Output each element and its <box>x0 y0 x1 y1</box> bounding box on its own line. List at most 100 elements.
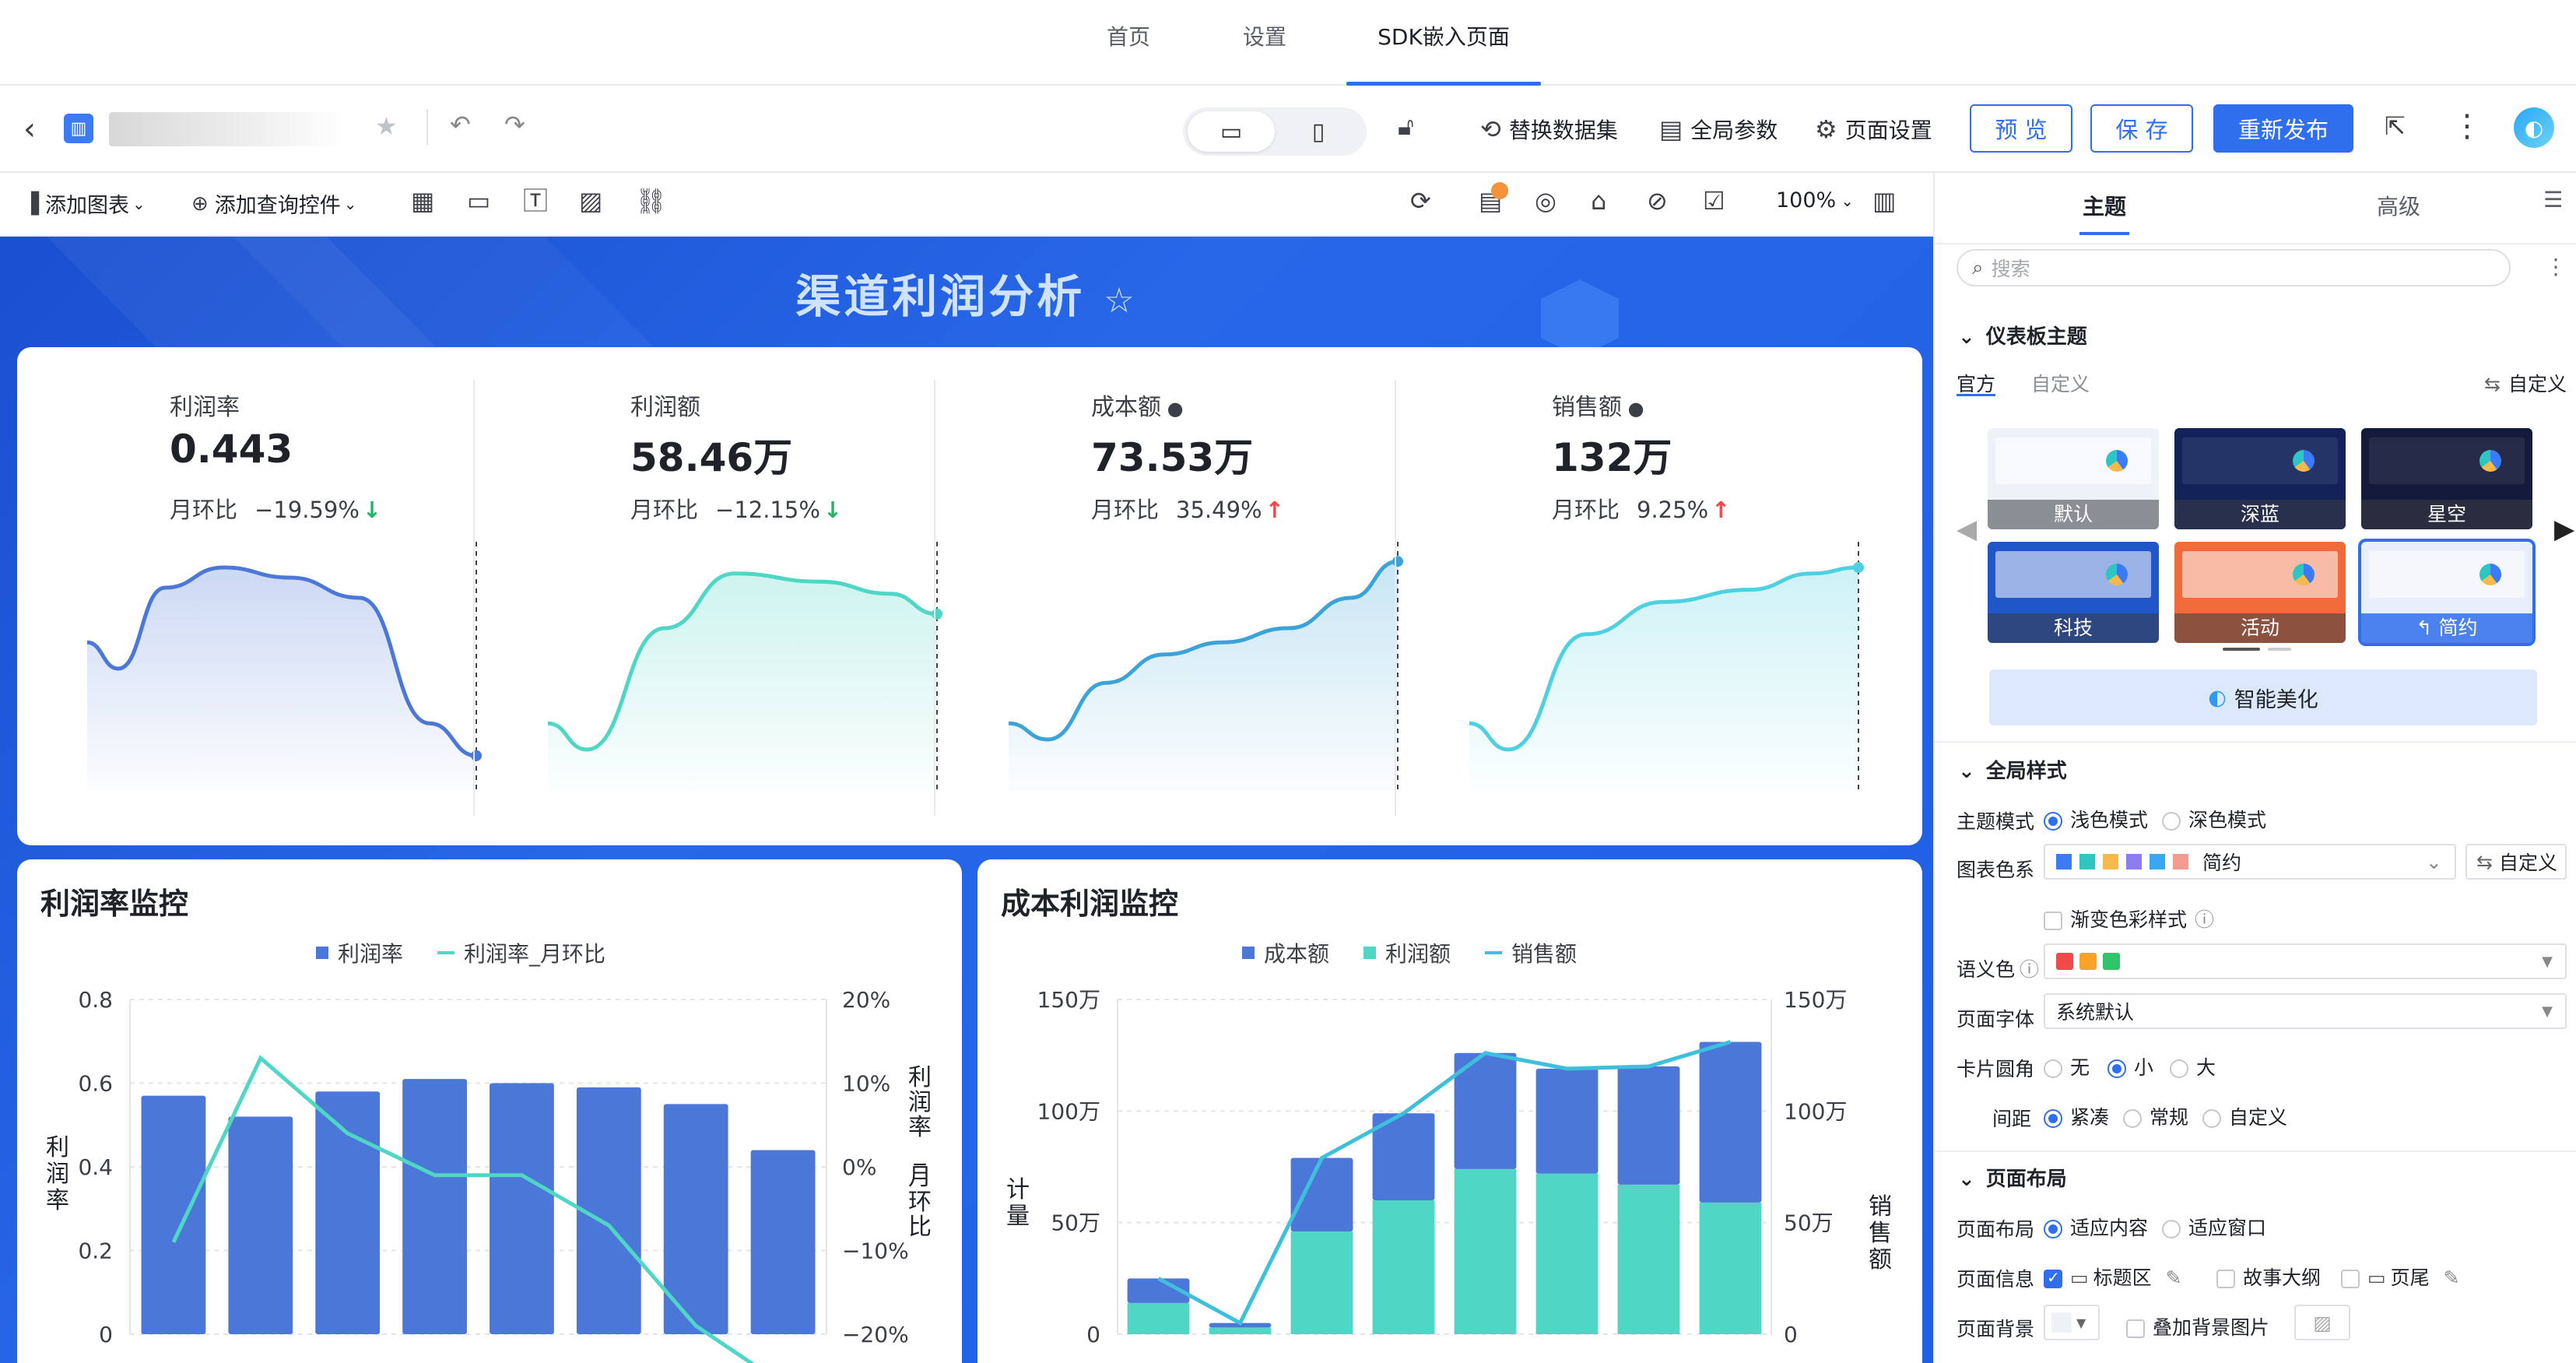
light-mode-radio[interactable]: 浅色模式 <box>2044 805 2148 833</box>
story-outline-checkbox[interactable]: 故事大纲 <box>2216 1263 2321 1291</box>
palette-select[interactable]: 简约 ⌄ <box>2044 844 2456 880</box>
desktop-icon[interactable]: ▭ <box>1188 111 1275 152</box>
nav-settings[interactable]: 设置 <box>1210 0 1319 86</box>
tab-theme[interactable]: 主题 <box>2083 190 2126 221</box>
bg-image-upload-icon[interactable]: ▨ <box>2294 1305 2350 1340</box>
preview-button[interactable]: 预 览 <box>1970 104 2072 153</box>
theme-thumbnail[interactable]: ↰ 简约 <box>2358 539 2536 646</box>
theme-thumbnail[interactable]: 星空 <box>2361 428 2532 529</box>
replace-dataset-button[interactable]: ⟲ 替换数据集 <box>1480 114 1618 145</box>
palette-custom-button[interactable]: ⇆ 自定义 <box>2465 844 2567 880</box>
layout-fit-content-radio[interactable]: 适应内容 <box>2044 1213 2148 1241</box>
section-global-header[interactable]: ⌄ 全局样式 <box>1958 755 2067 784</box>
page-bg-color-select[interactable]: ▼ <box>2044 1305 2100 1340</box>
nav-sdk-embed[interactable]: SDK嵌入页面 <box>1346 0 1541 86</box>
bg-image-checkbox[interactable]: 叠加背景图片 <box>2126 1312 2269 1340</box>
chevron-down-icon: ⌄ <box>1841 191 1854 210</box>
page-settings-button[interactable]: ⚙ 页面设置 <box>1815 114 1932 145</box>
ai-assistant-icon[interactable]: ◐ <box>2514 107 2554 148</box>
add-chart-button[interactable]: ▐ 添加图表 ⌄ <box>23 188 146 219</box>
search-input[interactable]: ⌕ 搜索 <box>1957 249 2511 286</box>
legend-swatch-profit <box>1363 947 1377 959</box>
kpi-card[interactable]: 利润率 0.443 月环比 −19.59% ↓ <box>17 347 482 845</box>
color-swatch <box>2103 953 2120 970</box>
font-select[interactable]: 系统默认 ▼ <box>2044 993 2567 1029</box>
tab-container-icon[interactable]: ▭ <box>467 188 490 213</box>
edit-icon: ✎ <box>2443 1266 2460 1289</box>
bar-cost <box>1617 1066 1680 1185</box>
bar <box>490 1083 554 1334</box>
carousel-prev-icon[interactable]: ◀ <box>1957 514 1977 545</box>
section-theme-header[interactable]: ⌄ 仪表板主题 <box>1958 321 2087 350</box>
image-icon[interactable]: ▨ <box>579 188 602 213</box>
radius-large-radio[interactable]: 大 <box>2170 1052 2216 1080</box>
spacing-custom-radio[interactable]: 自定义 <box>2202 1102 2287 1130</box>
republish-button[interactable]: 重新发布 <box>2213 104 2353 153</box>
redo-icon[interactable]: ↷ <box>504 112 525 137</box>
add-query-button[interactable]: ⊕ 添加查询控件 ⌄ <box>191 188 357 219</box>
theme-tab-official[interactable]: 官方 <box>1957 369 1995 397</box>
theme-thumbnail[interactable]: 科技 <box>1988 542 2159 643</box>
layout-icon[interactable]: ▦ <box>411 188 434 213</box>
theme-thumbnail[interactable]: 活动 <box>2174 542 2346 643</box>
link-icon[interactable]: ⛓︎ <box>635 188 667 213</box>
nav-home[interactable]: 首页 <box>1074 0 1183 86</box>
smart-beautify-button[interactable]: ◐ 智能美化 <box>1989 669 2537 725</box>
notes-icon[interactable]: ▤ <box>1479 182 1508 213</box>
semantic-color-label: 语义色 ⓘ <box>1957 958 2040 981</box>
notification-dot <box>1491 182 1508 199</box>
theme-thumbnail[interactable]: 默认 <box>1988 428 2159 529</box>
theme-tab-custom[interactable]: 自定义 <box>2031 369 2090 397</box>
spacing-normal-radio[interactable]: 常规 <box>2123 1102 2188 1130</box>
check-icon[interactable]: ☑ <box>1703 188 1725 213</box>
gradient-checkbox[interactable]: 渐变色彩样式 ⓘ <box>2044 905 2214 933</box>
theme-thumbnail[interactable]: 深蓝 <box>2174 428 2346 529</box>
open-external-icon[interactable]: ⇱ <box>2385 114 2406 139</box>
filter-off-icon[interactable]: ⊘ <box>1647 188 1668 213</box>
page-info-label: 页面信息 <box>1957 1268 2035 1291</box>
comment-icon[interactable]: ◎ <box>1535 188 1556 213</box>
section-layout-header[interactable]: ⌄ 页面布局 <box>1958 1163 2067 1192</box>
caret-down-icon: ▼ <box>2542 953 2553 970</box>
kpi-card[interactable]: 销售额 ● 132万 月环比 9.25% ↑ <box>1399 347 1864 845</box>
collapse-panel-icon[interactable]: ☰ <box>2543 187 2563 213</box>
legend[interactable]: 成本额 利润额 销售额 <box>1242 937 1577 968</box>
lock-icon[interactable]: 🔓︎ <box>1398 114 1414 139</box>
more-icon[interactable]: ⋮ <box>2545 254 2567 279</box>
theme-name: ↰ 简约 <box>2361 613 2532 643</box>
carousel-next-icon[interactable]: ▶ <box>2554 514 2574 545</box>
zoom-select[interactable]: 100% ⌄ <box>1776 188 1854 213</box>
star-icon[interactable]: ★ <box>375 114 398 139</box>
theme-preview <box>2182 437 2338 484</box>
radius-none-radio[interactable]: 无 <box>2044 1052 2090 1080</box>
carousel-dot-active <box>2223 648 2260 651</box>
undo-icon[interactable]: ↶ <box>450 112 471 137</box>
title-area-checkbox[interactable]: ▭标题区✎ <box>2044 1263 2182 1291</box>
save-button[interactable]: 保 存 <box>2090 104 2193 153</box>
semantic-color-select[interactable]: ▼ <box>2044 943 2567 979</box>
table-icon[interactable]: ▥ <box>1872 188 1896 213</box>
kpi-label: 利润率 <box>170 394 240 421</box>
theme-name: 默认 <box>1988 500 2159 529</box>
star-outline-icon[interactable]: ☆ <box>1104 281 1137 321</box>
kpi-card[interactable]: 成本额 ● 73.53万 月环比 35.49% ↑ <box>939 347 1403 845</box>
custom-theme-button[interactable]: ⇆ 自定义 <box>2484 369 2567 397</box>
bank-icon[interactable]: ⌂ <box>1591 188 1606 213</box>
linkage-icon[interactable]: ⟳ <box>1410 188 1431 213</box>
more-icon[interactable]: ⋮ <box>2451 111 2483 142</box>
pie-icon <box>2479 564 2501 585</box>
global-params-button[interactable]: ▤ 全局参数 <box>1659 114 1778 145</box>
spacing-compact-radio[interactable]: 紧凑 <box>2044 1102 2109 1130</box>
dark-mode-radio[interactable]: 深色模式 <box>2162 805 2266 833</box>
footer-checkbox[interactable]: ▭ 页尾 ✎ <box>2341 1263 2460 1291</box>
legend[interactable]: 利润率 利润率_月环比 <box>316 937 605 968</box>
kpi-card[interactable]: 利润额 58.46万 月环比 −12.15% ↓ <box>478 347 942 845</box>
ai-icon: ◐ <box>2208 685 2227 710</box>
theme-tab-underline <box>1957 394 1995 396</box>
tab-advanced[interactable]: 高级 <box>2377 190 2420 221</box>
back-icon[interactable]: ‹ <box>23 114 36 145</box>
text-icon[interactable]: 🅃︎ <box>523 188 548 213</box>
mobile-icon[interactable]: ▯ <box>1275 111 1362 152</box>
radius-small-radio[interactable]: 小 <box>2107 1052 2153 1080</box>
layout-fit-window-radio[interactable]: 适应窗口 <box>2162 1213 2266 1241</box>
